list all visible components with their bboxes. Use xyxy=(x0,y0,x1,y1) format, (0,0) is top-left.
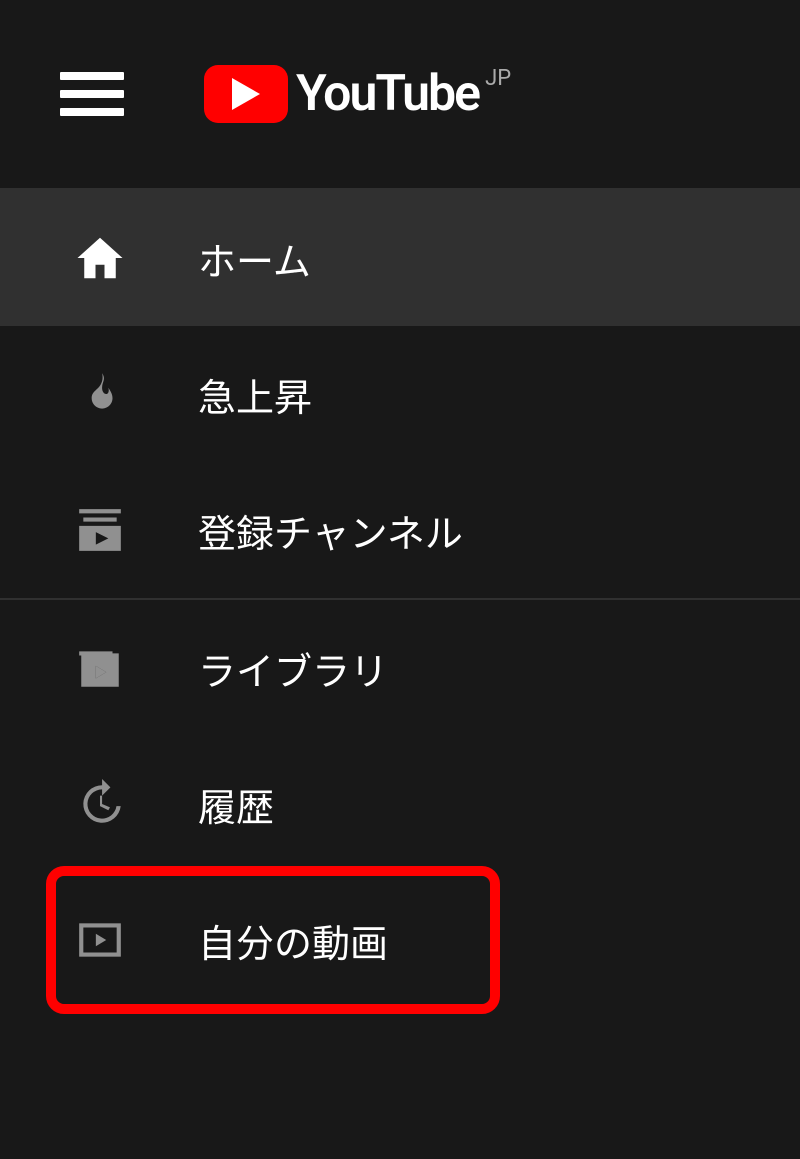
subscriptions-icon xyxy=(70,500,130,560)
youtube-play-icon xyxy=(204,65,288,123)
top-bar: YouTube JP xyxy=(0,0,800,190)
sidebar-item-trending[interactable]: 急上昇 xyxy=(0,326,800,462)
history-icon xyxy=(70,774,130,834)
sidebar-item-label: 登録チャンネル xyxy=(198,503,463,558)
hamburger-bar xyxy=(60,72,124,80)
home-icon xyxy=(70,228,130,288)
app-frame: YouTube JP ホーム 急上昇 登録チャンネル xyxy=(0,0,800,1159)
your-videos-icon xyxy=(70,910,130,970)
sidebar-section-2: ライブラリ 履歴 自分の動画 xyxy=(0,600,800,1008)
sidebar-item-label: 履歴 xyxy=(198,777,274,832)
youtube-logo[interactable]: YouTube JP xyxy=(204,65,505,123)
sidebar-item-label: 急上昇 xyxy=(198,367,312,422)
sidebar-item-your-videos[interactable]: 自分の動画 xyxy=(0,872,800,1008)
sidebar-item-label: ホーム xyxy=(198,231,311,286)
hamburger-menu-button[interactable] xyxy=(60,62,124,126)
sidebar-item-home[interactable]: ホーム xyxy=(0,190,800,326)
sidebar-item-library[interactable]: ライブラリ xyxy=(0,600,800,736)
sidebar-item-label: ライブラリ xyxy=(198,641,388,696)
hamburger-bar xyxy=(60,108,124,116)
youtube-wordmark: YouTube xyxy=(296,65,479,123)
library-icon xyxy=(70,638,130,698)
sidebar-item-label: 自分の動画 xyxy=(198,913,388,968)
region-label: JP xyxy=(485,66,511,91)
sidebar-item-subscriptions[interactable]: 登録チャンネル xyxy=(0,462,800,598)
trending-icon xyxy=(70,364,130,424)
sidebar-item-history[interactable]: 履歴 xyxy=(0,736,800,872)
sidebar-section-1: ホーム 急上昇 登録チャンネル xyxy=(0,190,800,600)
hamburger-bar xyxy=(60,90,124,98)
